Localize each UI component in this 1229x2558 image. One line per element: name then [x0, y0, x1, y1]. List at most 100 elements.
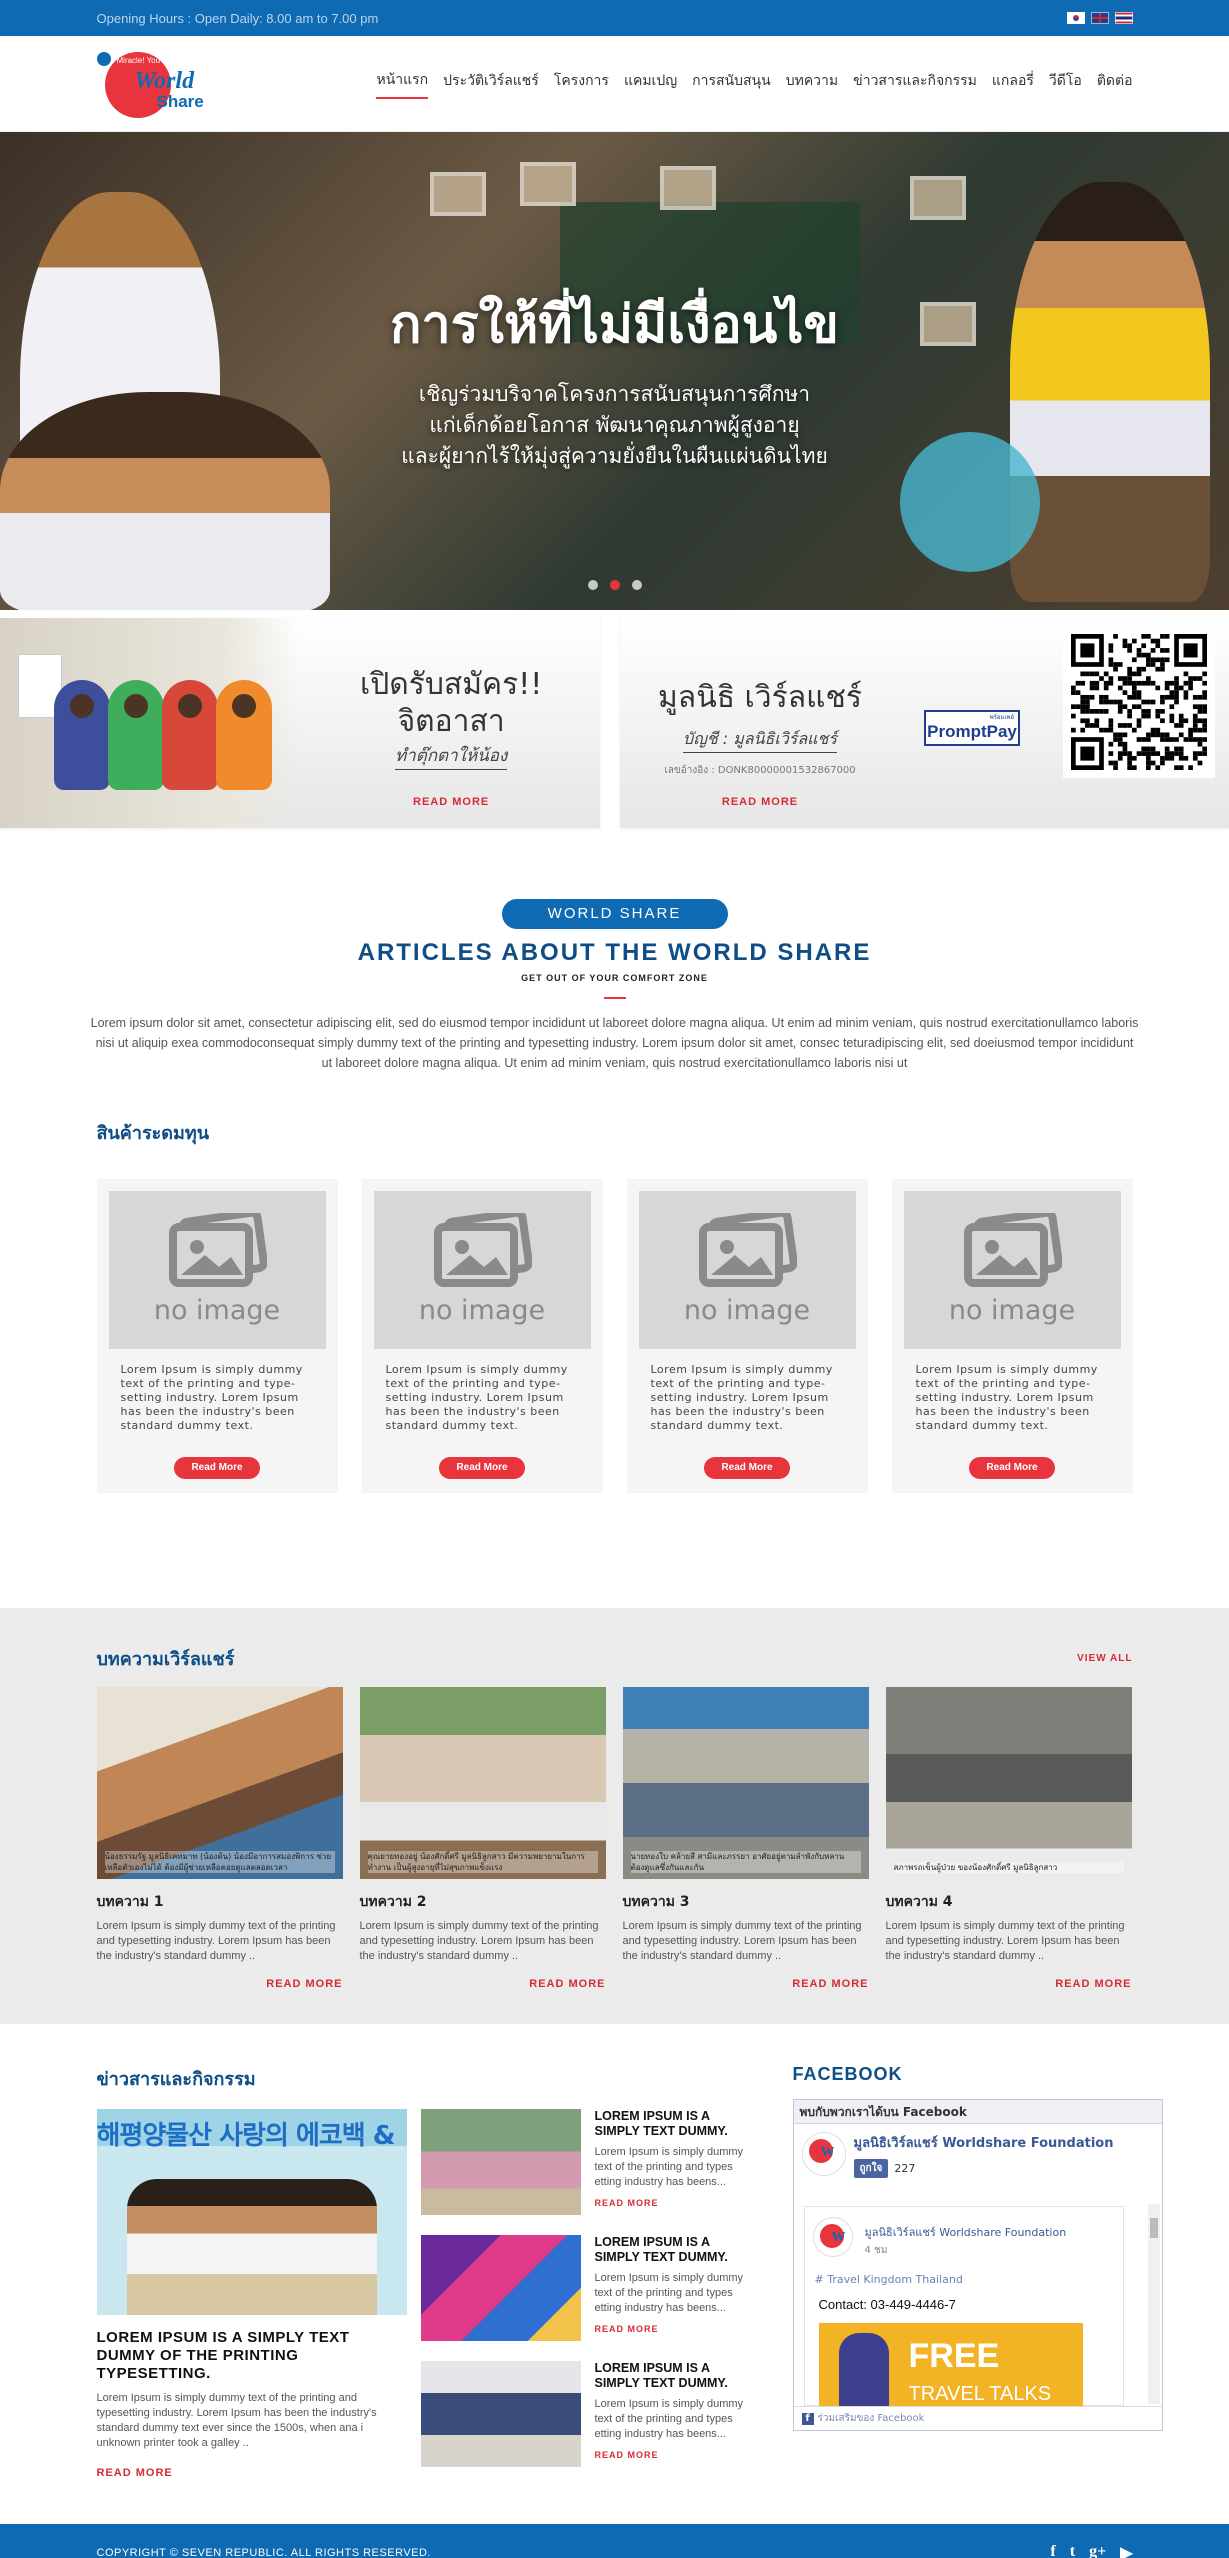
promptpay-thai: พร้อมเพย์: [989, 714, 1014, 721]
news-item-desc: Lorem Ipsum is simply dummy text of the …: [594, 2146, 744, 2188]
donate-account: บัญชี : มูลนิธิเวิร์ลแชร์: [683, 727, 837, 753]
product-card: no image Lorem Ipsum is simply dummy tex…: [96, 1179, 338, 1493]
nav-contact[interactable]: ติดต่อ: [1097, 70, 1133, 98]
korea-flag-icon[interactable]: [1066, 12, 1085, 24]
facebook-like-row: ถูกใจ 227: [853, 2159, 1114, 2178]
news-item[interactable]: LOREM IPSUM IS A SIMPLY TEXT DUMMY. Lore…: [420, 2235, 753, 2341]
nav-news[interactable]: ข่าวสารและกิจกรรม: [853, 70, 977, 98]
news-item-readmore-link[interactable]: READ MORE: [595, 2198, 753, 2208]
slider-dot-2[interactable]: [609, 580, 620, 590]
article-title[interactable]: บทความ 2: [360, 1891, 606, 1913]
news-item-title[interactable]: LOREM IPSUM IS A SIMPLY TEXT DUMMY.: [595, 2361, 753, 2391]
about-divider: [603, 997, 626, 999]
news-item-thumb[interactable]: [420, 2109, 581, 2215]
volunteer-banner[interactable]: เปิดรับสมัคร!! จิตอาสา ทำตุ๊กตาให้น้อง R…: [0, 618, 600, 828]
nav-articles[interactable]: บทความ: [786, 70, 838, 98]
worldshare-pill: WORLD SHARE: [501, 899, 728, 929]
facebook-page-logo[interactable]: [801, 2132, 846, 2176]
facebook-widget-footer[interactable]: ร่วมเสริมของ Facebook: [793, 2406, 1162, 2430]
facebook-post-name[interactable]: มูลนิธิเวิร์ลแชร์ Worldshare Foundation: [865, 2223, 1067, 2241]
news-banner-text: 해평양물산 사랑의 에코백 &: [96, 2121, 396, 2151]
article-photo[interactable]: นายทองใบ คล้ายสี สามีและภรรยา อาศัยอยู่ต…: [622, 1687, 869, 1879]
news-featured-photo[interactable]: 해평양물산 사랑의 에코백 &: [96, 2109, 407, 2315]
uk-flag-icon[interactable]: [1090, 12, 1109, 24]
no-image-text: no image: [153, 1295, 281, 1326]
worldshare-logo[interactable]: Miracle! You can make it World Share: [96, 46, 227, 122]
hero-frame: [660, 166, 716, 210]
nav-history[interactable]: ประวัติเวิร์ลแชร์: [443, 70, 539, 98]
products-section: สินค้าระดมทุน no image Lorem Ipsum is si…: [0, 1102, 1229, 1608]
twitter-icon[interactable]: t: [1070, 2543, 1075, 2558]
articles-title: บทความเวิร์ลแชร์: [96, 1649, 235, 1670]
donate-readmore-link[interactable]: READ MORE: [650, 796, 870, 808]
news-featured-title[interactable]: LOREM IPSUM IS A SIMPLY TEXT DUMMY OF TH…: [97, 2329, 407, 2383]
news-item[interactable]: LOREM IPSUM IS A SIMPLY TEXT DUMMY. Lore…: [420, 2361, 753, 2467]
nav-home[interactable]: หน้าแรก: [376, 69, 429, 99]
news-item-title[interactable]: LOREM IPSUM IS A SIMPLY TEXT DUMMY.: [595, 2109, 753, 2139]
article-photo[interactable]: สภาพรถเข็นผู้ป่วย ของน้องศักดิ์ศรี มูลนิ…: [885, 1687, 1132, 1879]
facebook-post-image[interactable]: FREE TRAVEL TALKS: [818, 2323, 1083, 2413]
facebook-icon[interactable]: f: [1050, 2543, 1055, 2558]
nav-gallery[interactable]: แกลอรี่: [992, 70, 1034, 98]
promptpay-logo: พร้อมเพย์ PromptPay: [924, 710, 1020, 746]
donate-text: มูลนิธิ เวิร์ลแชร์ บัญชี : มูลนิธิเวิร์ล…: [650, 674, 870, 808]
news-featured-readmore-link[interactable]: READ MORE: [97, 2467, 407, 2479]
facebook-like-button[interactable]: ถูกใจ: [853, 2159, 889, 2178]
article-readmore-link[interactable]: READ MORE: [360, 1978, 606, 1990]
news-item-title[interactable]: LOREM IPSUM IS A SIMPLY TEXT DUMMY.: [595, 2235, 753, 2265]
nav-support[interactable]: การสนับสนุน: [692, 70, 771, 98]
products-title: สินค้าระดมทุน: [96, 1123, 210, 1144]
article-card[interactable]: น้องธรรมรัฐ มูลนิธิเคทมาท (น้องต้น) น้อง…: [96, 1687, 343, 1990]
news-item-readmore-link[interactable]: READ MORE: [595, 2324, 753, 2334]
about-paragraph: Lorem ipsum dolor sit amet, consectetur …: [90, 1016, 1139, 1070]
image-icon: [963, 1213, 1062, 1287]
language-flags: [1066, 12, 1133, 24]
article-photo[interactable]: น้องธรรมรัฐ มูลนิธิเคทมาท (น้องต้น) น้อง…: [96, 1687, 343, 1879]
product-read-more-button[interactable]: Read More: [174, 1457, 260, 1479]
youtube-icon[interactable]: ▶: [1120, 2543, 1132, 2558]
ad-person: [838, 2333, 889, 2413]
doll-orange: [216, 680, 272, 790]
article-title[interactable]: บทความ 1: [97, 1891, 343, 1913]
news-item-readmore-link[interactable]: READ MORE: [595, 2450, 753, 2460]
article-card[interactable]: นายทองใบ คล้ายสี สามีและภรรยา อาศัยอยู่ต…: [622, 1687, 869, 1990]
product-read-more-button[interactable]: Read More: [439, 1457, 525, 1479]
site-header: Miracle! You can make it World Share หน้…: [0, 36, 1229, 132]
product-read-more-button[interactable]: Read More: [704, 1457, 790, 1479]
google-plus-icon[interactable]: g+: [1089, 2543, 1106, 2558]
article-readmore-link[interactable]: READ MORE: [97, 1978, 343, 1990]
facebook-page-name[interactable]: มูลนิธิเวิร์ลแชร์ Worldshare Foundation: [854, 2132, 1114, 2153]
articles-grid: น้องธรรมรัฐ มูลนิธิเคทมาท (น้องต้น) น้อง…: [96, 1687, 1133, 1990]
news-item-thumb[interactable]: [420, 2361, 581, 2467]
main-nav: หน้าแรก ประวัติเวิร์ลแชร์ โครงการ แคมเปญ…: [376, 69, 1133, 99]
nav-campaign[interactable]: แคมเปญ: [624, 70, 677, 98]
news-item[interactable]: LOREM IPSUM IS A SIMPLY TEXT DUMMY. Lore…: [420, 2109, 753, 2215]
article-readmore-link[interactable]: READ MORE: [623, 1978, 869, 1990]
slider-dot-1[interactable]: [587, 580, 598, 590]
article-card[interactable]: สภาพรถเข็นผู้ป่วย ของน้องศักดิ์ศรี มูลนิ…: [885, 1687, 1132, 1990]
news-featured[interactable]: 해평양물산 사랑의 에코백 & LOREM IPSUM IS A SIMPLY …: [96, 2109, 407, 2479]
facebook-widget[interactable]: พบกับพวกเราได้บน Facebook มูลนิธิเวิร์ลแ…: [792, 2099, 1163, 2431]
article-title[interactable]: บทความ 4: [886, 1891, 1132, 1913]
view-all-link[interactable]: VIEW ALL: [1077, 1653, 1132, 1664]
volunteer-readmore-link[interactable]: READ MORE: [360, 796, 542, 808]
hero-slider[interactable]: การให้ที่ไม่มีเงื่อนไข เชิญร่วมบริจาคโคร…: [0, 132, 1229, 610]
product-card: no image Lorem Ipsum is simply dummy tex…: [626, 1179, 868, 1493]
news-item-thumb[interactable]: [420, 2235, 581, 2341]
article-readmore-link[interactable]: READ MORE: [886, 1978, 1132, 1990]
nav-video[interactable]: วีดีโอ: [1049, 70, 1082, 98]
slider-dot-3[interactable]: [631, 580, 642, 590]
logo-dot: [96, 52, 111, 66]
facebook-scrollbar[interactable]: [1147, 2204, 1160, 2404]
article-caption: คุณยายทองอยู่ น้องศักดิ์ศรี มูลนิธิลูกสา…: [367, 1851, 598, 1873]
nav-projects[interactable]: โครงการ: [554, 70, 609, 98]
facebook-post[interactable]: มูลนิธิเวิร์ลแชร์ Worldshare Foundation …: [803, 2206, 1124, 2413]
article-card[interactable]: คุณยายทองอยู่ น้องศักดิ์ศรี มูลนิธิลูกสา…: [359, 1687, 606, 1990]
product-read-more-button[interactable]: Read More: [969, 1457, 1055, 1479]
news-featured-desc: Lorem Ipsum is simply dummy text of the …: [96, 2392, 377, 2449]
facebook-post-hashtag[interactable]: # Travel Kingdom Thailand: [815, 2273, 963, 2286]
article-title[interactable]: บทความ 3: [623, 1891, 869, 1913]
thai-flag-icon[interactable]: [1114, 12, 1133, 24]
donate-banner[interactable]: มูลนิธิ เวิร์ลแชร์ บัญชี : มูลนิธิเวิร์ล…: [620, 618, 1229, 828]
article-photo[interactable]: คุณยายทองอยู่ น้องศักดิ์ศรี มูลนิธิลูกสา…: [359, 1687, 606, 1879]
